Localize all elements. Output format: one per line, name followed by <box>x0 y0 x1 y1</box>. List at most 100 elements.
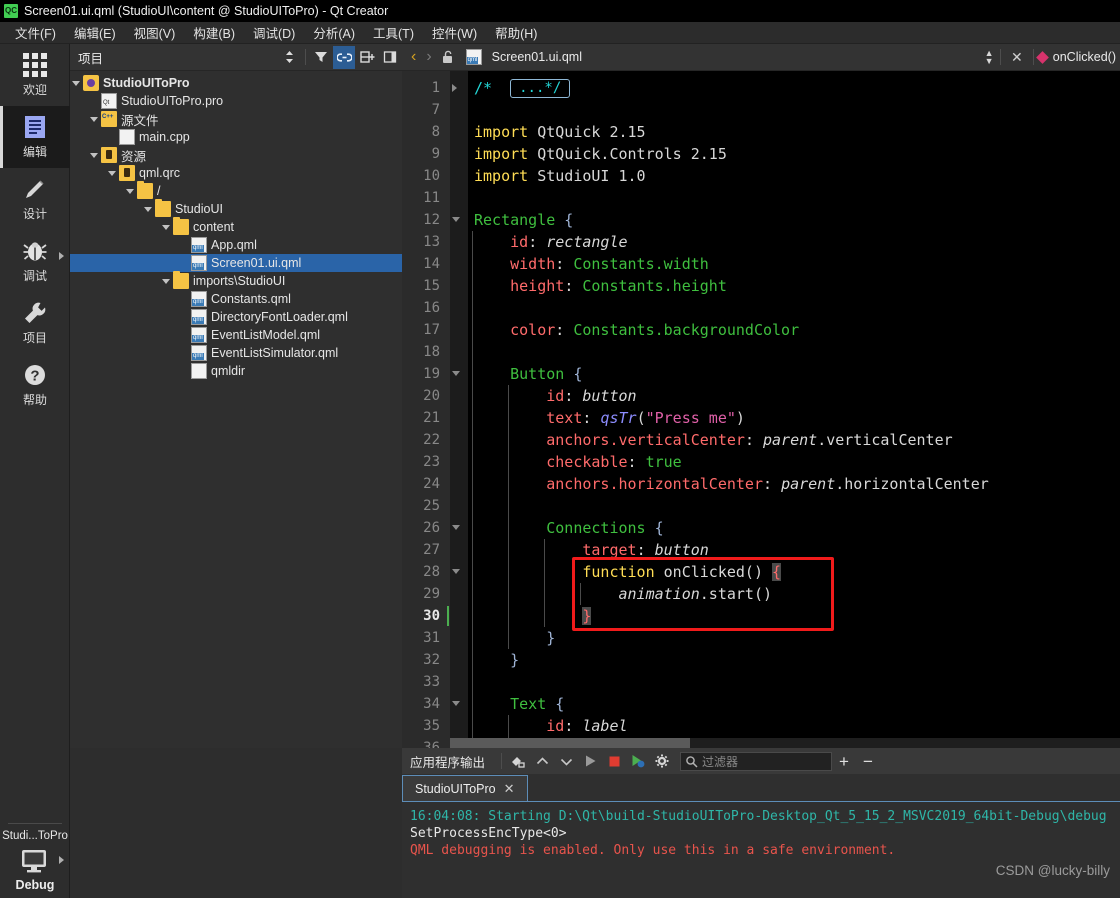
code-line-15[interactable]: 15 height: Constants.height <box>402 275 1120 297</box>
mode-调试[interactable]: 调试 <box>0 230 70 292</box>
project-tree[interactable]: StudioUIToPro StudioUIToPro.pro 源文件 main.cp… <box>70 71 402 380</box>
symbol-selector[interactable]: onClicked() <box>1053 50 1116 64</box>
tree-twisty-icon[interactable] <box>106 128 119 146</box>
code-line-14[interactable]: 14 width: Constants.width <box>402 253 1120 275</box>
tree-twisty-icon[interactable] <box>88 92 101 110</box>
tree-item--[interactable]: / <box>70 181 402 200</box>
fold-toggle-icon[interactable] <box>452 217 460 222</box>
tree-twisty-icon[interactable] <box>142 200 155 218</box>
menu-edit[interactable]: 编辑(E) <box>65 21 125 44</box>
tree-twisty-icon[interactable] <box>160 218 173 236</box>
code-line-18[interactable]: 18 <box>402 341 1120 363</box>
code-line-25[interactable]: 25 <box>402 495 1120 517</box>
editor-filename[interactable]: Screen01.ui.qml <box>492 50 982 64</box>
code-line-16[interactable]: 16 <box>402 297 1120 319</box>
mode-帮助[interactable]: ? 帮助 <box>0 354 70 416</box>
tree-twisty-icon[interactable] <box>178 308 191 326</box>
code-editor[interactable]: 1 /* ...*/ 7 8 import QtQuick 2.15 9 import Qt… <box>402 71 1120 748</box>
mode-编辑[interactable]: 编辑 <box>0 106 70 168</box>
code-line-26[interactable]: 26 Connections { <box>402 517 1120 539</box>
tree-item-screen01-ui-qml[interactable]: Screen01.ui.qml <box>70 254 402 272</box>
settings-gear-icon[interactable] <box>650 750 674 772</box>
run-target-button[interactable] <box>0 844 70 878</box>
tree-item-qml-qrc[interactable]: qml.qrc <box>70 164 402 182</box>
code-line-9[interactable]: 9 import QtQuick.Controls 2.15 <box>402 143 1120 165</box>
file-dropdown-stepper-icon[interactable]: ▲ ▼ <box>982 49 996 66</box>
collapsed-comment-box[interactable]: ...*/ <box>510 79 571 98</box>
code-line-10[interactable]: 10 import StudioUI 1.0 <box>402 165 1120 187</box>
kit-selector[interactable]: Studi...ToPro <box>0 824 70 844</box>
tree-twisty-icon[interactable] <box>88 110 101 128</box>
code-line-35[interactable]: 35 id: label <box>402 715 1120 737</box>
unlocked-icon[interactable] <box>437 46 459 69</box>
menu-view[interactable]: 视图(V) <box>125 21 185 44</box>
run-debug-icon[interactable] <box>626 750 650 772</box>
fold-toggle-icon[interactable] <box>452 569 460 574</box>
fold-toggle-icon[interactable] <box>452 84 457 92</box>
code-line-1[interactable]: 1 /* ...*/ <box>402 77 1120 99</box>
fold-toggle-icon[interactable] <box>452 371 460 376</box>
close-document-button[interactable]: ✕ <box>1005 50 1029 64</box>
code-line-27[interactable]: 27 target: button <box>402 539 1120 561</box>
tree-twisty-icon[interactable] <box>178 362 191 380</box>
code-line-24[interactable]: 24 anchors.horizontalCenter: parent.hori… <box>402 473 1120 495</box>
code-line-13[interactable]: 13 id: rectangle <box>402 231 1120 253</box>
tree-twisty-icon[interactable] <box>178 326 191 344</box>
tree-twisty-icon[interactable] <box>178 254 191 272</box>
code-line-8[interactable]: 8 import QtQuick 2.15 <box>402 121 1120 143</box>
tree-item-qmldir[interactable]: qmldir <box>70 362 402 380</box>
menu-help[interactable]: 帮助(H) <box>486 21 546 44</box>
tree-item--[interactable]: 源文件 <box>70 110 402 128</box>
code-line-11[interactable]: 11 <box>402 187 1120 209</box>
code-line-19[interactable]: 19 Button { <box>402 363 1120 385</box>
tree-item-studiouitopro[interactable]: StudioUIToPro <box>70 74 402 92</box>
sort-toggle-icon[interactable] <box>278 46 300 69</box>
code-line-12[interactable]: 12 Rectangle { <box>402 209 1120 231</box>
zoom-in-button[interactable]: + <box>832 753 856 770</box>
menu-analyze[interactable]: 分析(A) <box>304 21 364 44</box>
menu-widgets[interactable]: 控件(W) <box>423 21 486 44</box>
tree-item-directoryfontloader-qml[interactable]: DirectoryFontLoader.qml <box>70 308 402 326</box>
prev-item-icon[interactable] <box>530 750 554 772</box>
filter-icon[interactable] <box>310 46 332 69</box>
close-icon[interactable]: ✕ <box>504 781 515 797</box>
menu-tools[interactable]: 工具(T) <box>364 21 423 44</box>
horizontal-scrollbar[interactable] <box>450 738 1120 748</box>
tree-item-constants-qml[interactable]: Constants.qml <box>70 290 402 308</box>
code-line-17[interactable]: 17 color: Constants.backgroundColor <box>402 319 1120 341</box>
tree-item-content[interactable]: content <box>70 217 402 236</box>
code-line-7[interactable]: 7 <box>402 99 1120 121</box>
tree-twisty-icon[interactable] <box>178 344 191 362</box>
zoom-out-button[interactable]: − <box>856 753 880 770</box>
filter-field[interactable]: 过滤器 <box>680 751 833 771</box>
tree-item-main-cpp[interactable]: main.cpp <box>70 128 402 146</box>
code-line-29[interactable]: 29 animation.start() <box>402 583 1120 605</box>
next-item-icon[interactable] <box>554 750 578 772</box>
fold-toggle-icon[interactable] <box>452 525 460 530</box>
tree-item-imports-studioui[interactable]: imports\StudioUI <box>70 271 402 290</box>
code-line-22[interactable]: 22 anchors.verticalCenter: parent.vertic… <box>402 429 1120 451</box>
close-sidebar-icon[interactable] <box>379 46 401 69</box>
mode-设计[interactable]: 设计 <box>0 168 70 230</box>
tree-twisty-icon[interactable] <box>88 146 101 164</box>
code-line-34[interactable]: 34 Text { <box>402 693 1120 715</box>
link-with-editor-icon[interactable] <box>333 45 355 69</box>
code-line-32[interactable]: 32 } <box>402 649 1120 671</box>
menu-file[interactable]: 文件(F) <box>6 21 65 44</box>
fold-toggle-icon[interactable] <box>452 701 460 706</box>
mode-expand-arrow-icon[interactable] <box>59 252 64 260</box>
tree-twisty-icon[interactable] <box>106 164 119 182</box>
tree-twisty-icon[interactable] <box>70 74 83 92</box>
output-log[interactable]: 16:04:08: Starting D:\Qt\build-StudioUIT… <box>402 802 1120 865</box>
split-add-icon[interactable] <box>356 46 378 69</box>
code-line-33[interactable]: 33 <box>402 671 1120 693</box>
code-line-20[interactable]: 20 id: button <box>402 385 1120 407</box>
mode-项目[interactable]: 项目 <box>0 292 70 354</box>
tree-twisty-icon[interactable] <box>178 290 191 308</box>
tree-twisty-icon[interactable] <box>124 182 137 200</box>
tree-twisty-icon[interactable] <box>178 236 191 254</box>
navigate-back-button[interactable]: ‹ <box>406 49 421 65</box>
code-line-31[interactable]: 31 } <box>402 627 1120 649</box>
tree-item--[interactable]: 资源 <box>70 146 402 164</box>
navigate-forward-button[interactable]: › <box>421 49 436 65</box>
